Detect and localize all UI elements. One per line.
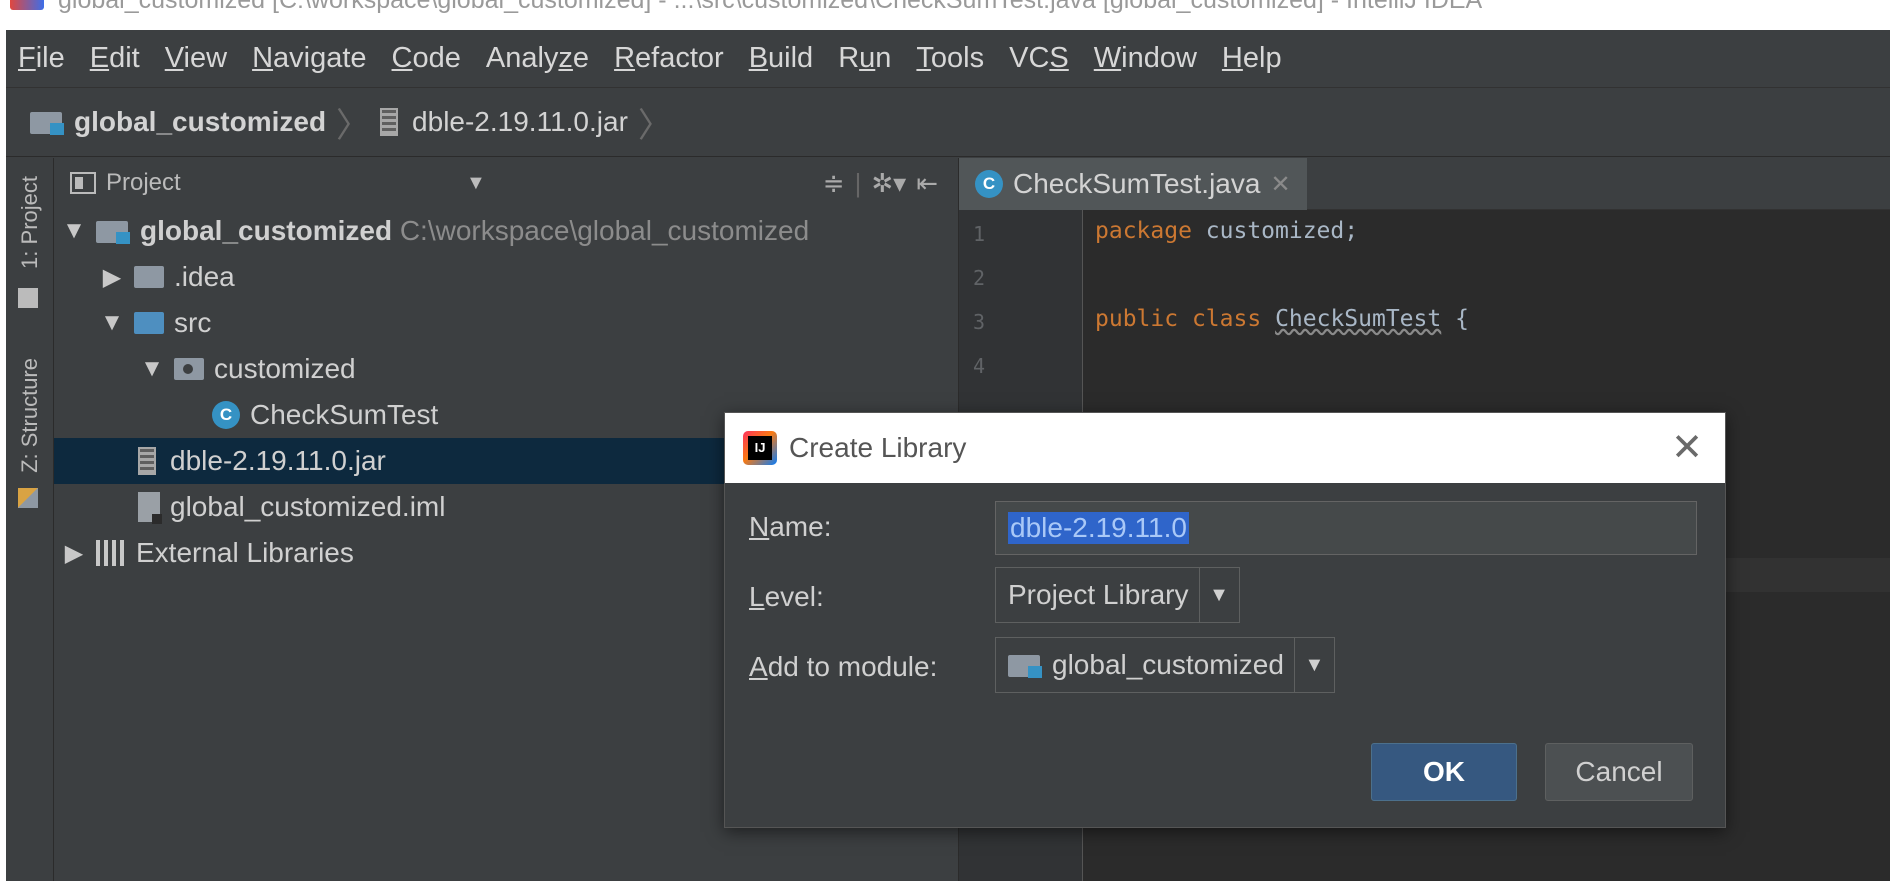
folder-icon [134, 266, 164, 288]
close-icon[interactable]: ✕ [1671, 425, 1703, 470]
menu-bar: File Edit View Navigate Code Analyze Ref… [6, 30, 1890, 87]
menu-view[interactable]: View [165, 42, 227, 75]
menu-help[interactable]: Help [1222, 42, 1282, 75]
class-icon: C [212, 401, 240, 429]
line-number: 3 [973, 310, 986, 334]
add-to-module-label: Add to module: [749, 651, 938, 682]
expand-arrow-icon[interactable]: ▼ [56, 217, 92, 245]
menu-analyze[interactable]: Analyze [486, 42, 589, 75]
line-number: 4 [973, 354, 986, 378]
jar-icon [138, 447, 156, 475]
view-selector-dropdown-icon[interactable]: ▼ [466, 172, 486, 195]
menu-code[interactable]: Code [392, 42, 461, 75]
tool-window-stripe: 1: Project Z: Structure [6, 158, 54, 881]
create-library-dialog: Create Library ✕ Name: dble-2.19.11.0 Le… [724, 412, 1726, 828]
breadcrumb-file-label: dble-2.19.11.0.jar [412, 106, 628, 137]
module-folder-icon [1008, 652, 1042, 678]
module-folder-icon [96, 218, 130, 244]
tab-label: CheckSumTest.java [1013, 168, 1261, 199]
tree-label: global_customized [140, 215, 393, 246]
tree-row-package[interactable]: ▼ customized [54, 346, 958, 392]
project-panel-toolbar: ≑ | ✲▾ ⇤ [822, 168, 938, 199]
window-title-bar: global_customized [C:\workspace\global_c… [0, 0, 1890, 30]
tree-label: src [174, 307, 212, 338]
collapse-all-icon[interactable]: ≑ [823, 168, 845, 199]
menu-navigate[interactable]: Navigate [252, 42, 366, 75]
app-logo-icon [10, 0, 44, 10]
expand-arrow-icon[interactable]: ▼ [94, 309, 130, 337]
jar-icon [380, 108, 399, 136]
intellij-logo-icon [743, 431, 777, 465]
menu-run[interactable]: Run [838, 42, 891, 75]
expand-arrow-icon[interactable]: ▼ [134, 355, 170, 383]
module-path: C:\workspace\global_customized [399, 215, 810, 246]
menu-tools[interactable]: Tools [916, 42, 984, 75]
line-number: 2 [973, 266, 986, 290]
menu-build[interactable]: Build [749, 42, 814, 75]
breadcrumb-separator-icon: 〉 [637, 106, 672, 145]
navigation-bar: global_customized 〉 dble-2.19.11.0.jar 〉 [6, 87, 1890, 157]
breadcrumb-file[interactable]: dble-2.19.11.0.jar [380, 106, 628, 138]
code-line-3[interactable]: public class CheckSumTest { [1095, 306, 1469, 332]
menu-window[interactable]: Window [1094, 42, 1197, 75]
breadcrumb-separator-icon: 〉 [336, 106, 371, 145]
ok-button[interactable]: OK [1371, 743, 1517, 801]
gear-icon[interactable]: ✲▾ [871, 168, 906, 199]
name-label: Name: [749, 511, 832, 542]
project-panel-title[interactable]: Project [106, 169, 181, 197]
ide-window: File Edit View Navigate Code Analyze Ref… [6, 30, 1890, 881]
menu-refactor[interactable]: Refactor [614, 42, 724, 75]
iml-file-icon [138, 492, 162, 524]
structure-tool-icon[interactable] [18, 488, 38, 508]
tab-checksumtest[interactable]: C CheckSumTest.java ✕ [959, 158, 1307, 210]
tree-row-src[interactable]: ▼ src [54, 300, 958, 346]
tree-label: global_customized.iml [170, 491, 446, 522]
class-icon: C [975, 170, 1003, 198]
package-icon [174, 358, 204, 380]
collapse-arrow-icon[interactable]: ▶ [94, 263, 130, 292]
library-icon [96, 540, 128, 566]
chevron-down-icon[interactable]: ▼ [1198, 568, 1239, 622]
level-select[interactable]: Project Library ▼ [995, 567, 1240, 623]
project-panel-header: Project ▼ ≑ | ✲▾ ⇤ [54, 158, 958, 208]
tree-label: .idea [174, 261, 235, 292]
module-folder-icon [30, 109, 64, 135]
tree-row-module[interactable]: ▼ global_customized C:\workspace\global_… [54, 208, 958, 254]
menu-vcs[interactable]: VCS [1009, 42, 1069, 75]
tree-label: dble-2.19.11.0.jar [170, 445, 386, 476]
breadcrumb-project[interactable]: global_customized [30, 106, 326, 138]
breadcrumb-project-label: global_customized [74, 106, 327, 137]
tree-label: External Libraries [136, 537, 354, 568]
menu-file[interactable]: File [18, 42, 65, 75]
tree-row-idea[interactable]: ▶ .idea [54, 254, 958, 300]
tree-label: CheckSumTest [250, 399, 439, 430]
level-label: Level: [749, 581, 824, 612]
chevron-down-icon[interactable]: ▼ [1293, 638, 1334, 692]
dialog-title: Create Library [789, 432, 967, 463]
project-tool-icon[interactable] [18, 288, 38, 308]
editor-tabs: C CheckSumTest.java ✕ [959, 158, 1890, 210]
tree-label: customized [214, 353, 356, 384]
dialog-title-bar: Create Library ✕ [725, 413, 1725, 483]
collapse-arrow-icon[interactable]: ▶ [56, 539, 92, 568]
menu-edit[interactable]: Edit [90, 42, 140, 75]
library-name-input[interactable]: dble-2.19.11.0 [995, 501, 1697, 555]
code-line-1[interactable]: package customized; [1095, 218, 1358, 244]
structure-tool-tab[interactable]: Z: Structure [6, 358, 54, 473]
level-value: Project Library [1008, 579, 1189, 610]
module-select[interactable]: global_customized ▼ [995, 637, 1335, 693]
window-title: global_customized [C:\workspace\global_c… [58, 0, 1483, 14]
cancel-button[interactable]: Cancel [1545, 743, 1693, 801]
project-tool-tab[interactable]: 1: Project [6, 176, 54, 269]
close-tab-icon[interactable]: ✕ [1270, 170, 1290, 199]
project-view-icon [70, 172, 96, 194]
module-value: global_customized [1052, 649, 1284, 680]
source-folder-icon [134, 312, 164, 334]
hide-panel-icon[interactable]: ⇤ [916, 168, 938, 199]
line-number: 1 [973, 222, 986, 246]
